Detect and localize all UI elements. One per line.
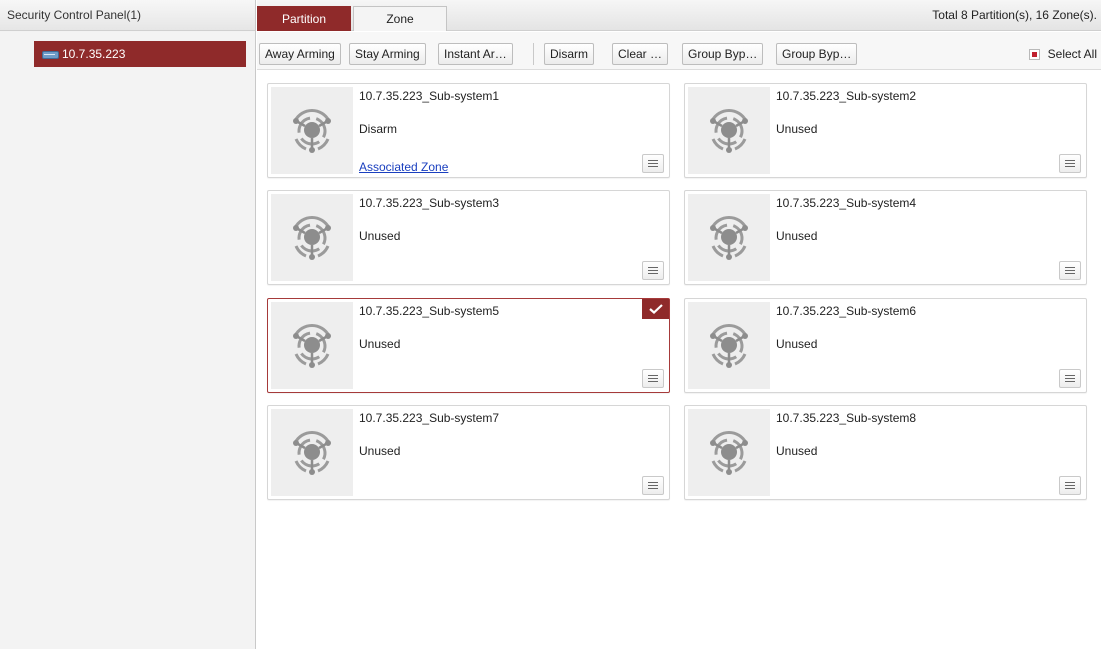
partition-thumbnail	[688, 409, 770, 496]
partition-name: 10.7.35.223_Sub-system4	[776, 196, 917, 210]
associated-zone-link[interactable]: Associated Zone	[359, 160, 448, 174]
partition-status: Unused	[776, 229, 818, 243]
device-list-panel: Security Control Panel(1) 10.7.35.223	[0, 0, 256, 649]
partition-status: Unused	[359, 229, 401, 243]
list-menu-icon[interactable]	[1059, 261, 1081, 280]
partition-status: Disarm	[359, 122, 397, 136]
list-menu-icon[interactable]	[642, 369, 664, 388]
partition-icon	[710, 430, 748, 475]
top-tab-bar: Partition Zone Total 8 Partition(s), 16 …	[257, 0, 1101, 31]
partition-card[interactable]: 10.7.35.223_Sub-system8 Unused	[684, 405, 1087, 500]
partition-icon	[293, 108, 331, 153]
tab-zone[interactable]: Zone	[353, 6, 447, 31]
device-list	[0, 32, 255, 649]
instant-arming-button[interactable]: Instant Ar…	[438, 43, 513, 65]
partition-grid: 10.7.35.223_Sub-system1 Disarm Associate…	[257, 71, 1101, 649]
select-all-checkbox[interactable]: Select All	[1028, 43, 1097, 65]
list-menu-icon[interactable]	[642, 154, 664, 173]
partition-thumbnail	[271, 87, 353, 174]
partition-name: 10.7.35.223_Sub-system6	[776, 304, 917, 318]
list-menu-icon[interactable]	[642, 261, 664, 280]
partition-status: Unused	[359, 444, 401, 458]
list-menu-icon[interactable]	[1059, 369, 1081, 388]
partition-status: Unused	[776, 122, 818, 136]
partition-zone-summary: Total 8 Partition(s), 16 Zone(s).	[932, 8, 1097, 22]
partition-icon	[710, 215, 748, 260]
device-item-selected[interactable]: 10.7.35.223	[34, 41, 246, 67]
group-bypass-recovery-button[interactable]: Group Byp…	[776, 43, 858, 65]
partition-thumbnail	[688, 194, 770, 281]
arming-toolbar: Away Arming Stay Arming Instant Ar… Disa…	[257, 32, 1101, 70]
partition-name: 10.7.35.223_Sub-system1	[359, 89, 500, 103]
partition-thumbnail	[688, 302, 770, 389]
partition-card[interactable]: 10.7.35.223_Sub-system1 Disarm Associate…	[267, 83, 670, 178]
partition-card[interactable]: 10.7.35.223_Sub-system3 Unused	[267, 190, 670, 285]
checkmark-icon[interactable]	[642, 299, 669, 319]
device-icon	[42, 50, 59, 59]
tab-partition[interactable]: Partition	[257, 6, 351, 31]
partition-status: Unused	[776, 337, 818, 351]
group-bypass-button[interactable]: Group Byp…	[682, 43, 764, 65]
partition-thumbnail	[271, 302, 353, 389]
disarm-button[interactable]: Disarm	[544, 43, 594, 65]
partition-card[interactable]: 10.7.35.223_Sub-system7 Unused	[267, 405, 670, 500]
partition-name: 10.7.35.223_Sub-system8	[776, 411, 917, 425]
partition-card[interactable]: 10.7.35.223_Sub-system2 Unused	[684, 83, 1087, 178]
partition-name: 10.7.35.223_Sub-system7	[359, 411, 500, 425]
partition-icon	[710, 323, 748, 368]
partition-name: 10.7.35.223_Sub-system5	[359, 304, 500, 318]
select-all-box[interactable]	[1028, 48, 1040, 60]
device-list-header: Security Control Panel(1)	[0, 0, 255, 31]
toolbar-separator	[533, 43, 534, 65]
partition-icon	[293, 430, 331, 475]
partition-icon	[710, 108, 748, 153]
partition-card[interactable]: 10.7.35.223_Sub-system4 Unused	[684, 190, 1087, 285]
partition-name: 10.7.35.223_Sub-system2	[776, 89, 917, 103]
device-item-label: 10.7.35.223	[62, 47, 126, 61]
partition-icon	[293, 323, 331, 368]
partition-name: 10.7.35.223_Sub-system3	[359, 196, 500, 210]
select-all-label: Select All	[1047, 47, 1097, 61]
partition-card[interactable]: 10.7.35.223_Sub-system6 Unused	[684, 298, 1087, 393]
partition-status: Unused	[776, 444, 818, 458]
partition-icon	[293, 215, 331, 260]
partition-thumbnail	[688, 87, 770, 174]
away-arming-button[interactable]: Away Arming	[259, 43, 341, 65]
list-menu-icon[interactable]	[1059, 154, 1081, 173]
partition-thumbnail	[271, 409, 353, 496]
list-menu-icon[interactable]	[1059, 476, 1081, 495]
partition-thumbnail	[271, 194, 353, 281]
clear-alarm-button[interactable]: Clear …	[612, 43, 669, 65]
stay-arming-button[interactable]: Stay Arming	[349, 43, 426, 65]
partition-status: Unused	[359, 337, 401, 351]
partition-card-selected[interactable]: 10.7.35.223_Sub-system5 Unused	[267, 298, 670, 393]
list-menu-icon[interactable]	[642, 476, 664, 495]
